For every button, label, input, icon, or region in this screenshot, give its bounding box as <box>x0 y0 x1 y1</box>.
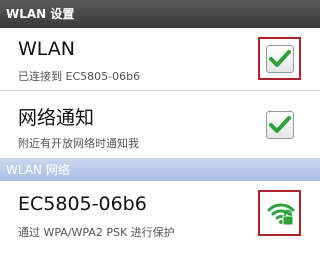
wifi-locked-icon <box>267 203 295 226</box>
network-section-header: WLAN 网络 <box>0 159 320 181</box>
network-header-title: WLAN 网络 <box>6 163 70 177</box>
wlan-checkbox[interactable] <box>266 45 294 73</box>
wlan-settings-screen: WLAN 设置 WLAN 已连接到 EC5805-06b6 网络通知 附近有开放… <box>0 0 320 253</box>
settings-header-title: WLAN 设置 <box>6 7 75 21</box>
network-security: 通过 WPA/WPA2 PSK 进行保护 <box>18 226 175 239</box>
checkmark-icon <box>269 50 291 67</box>
notify-row-subtitle: 附近有开放网络时通知我 <box>18 137 139 150</box>
wlan-row-title: WLAN <box>18 38 76 60</box>
network-notify-row[interactable]: 网络通知 附近有开放网络时通知我 <box>0 91 320 159</box>
notify-row-title: 网络通知 <box>18 107 95 129</box>
notify-checkbox[interactable] <box>266 111 294 139</box>
wlan-row-subtitle: 已连接到 EC5805-06b6 <box>18 70 141 83</box>
wlan-toggle-row[interactable]: WLAN 已连接到 EC5805-06b6 <box>0 28 320 91</box>
checkmark-icon <box>269 116 291 133</box>
settings-section-header: WLAN 设置 <box>0 0 320 28</box>
network-list-item[interactable]: EC5805-06b6 通过 WPA/WPA2 PSK 进行保护 <box>0 181 320 253</box>
network-ssid: EC5805-06b6 <box>18 193 147 215</box>
